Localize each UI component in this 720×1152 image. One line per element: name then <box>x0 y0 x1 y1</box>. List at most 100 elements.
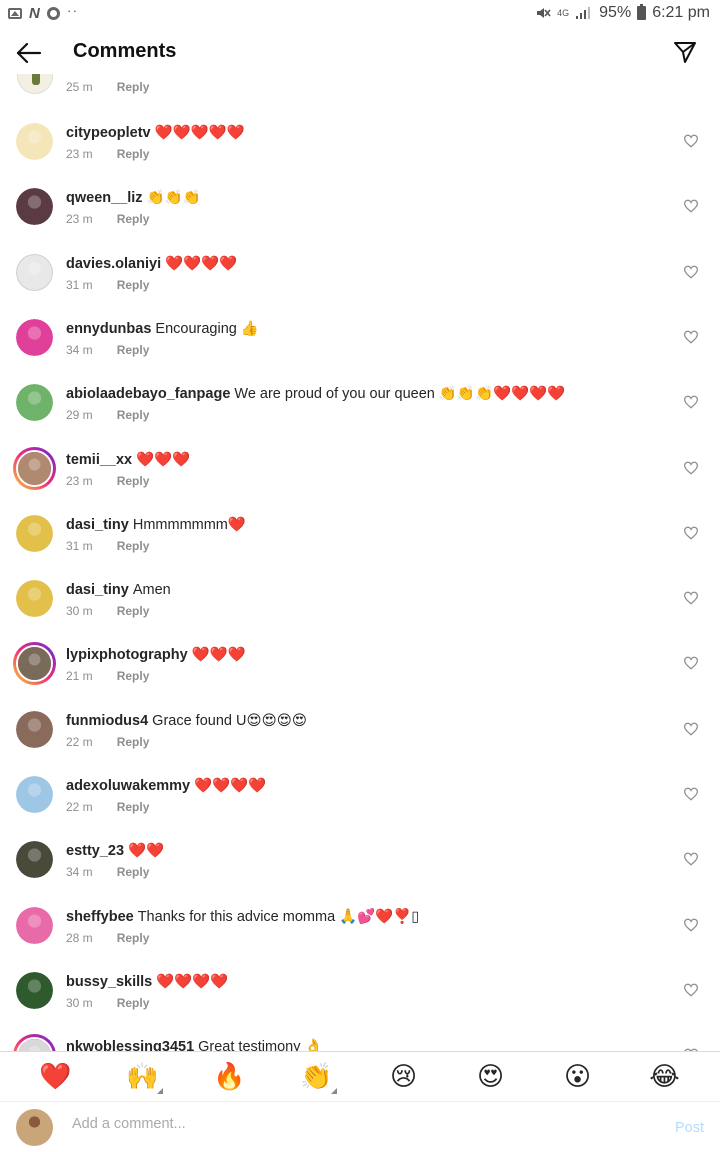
heart-icon[interactable] <box>683 265 699 279</box>
emoji-button[interactable]: 😂 <box>645 1064 685 1090</box>
avatar[interactable] <box>16 188 53 226</box>
reply-button[interactable]: Reply <box>117 278 150 292</box>
avatar[interactable] <box>16 841 53 879</box>
emoji-button[interactable]: ❤️ <box>36 1064 76 1090</box>
reply-button[interactable]: Reply <box>117 669 150 683</box>
heart-icon[interactable] <box>683 722 699 736</box>
comment-text: ❤️❤️❤️❤️ <box>194 778 267 794</box>
avatar[interactable] <box>13 642 56 686</box>
comment-username[interactable]: bussy_skills <box>66 974 152 990</box>
avatar[interactable] <box>16 318 53 356</box>
heart-icon[interactable] <box>683 199 699 213</box>
emoji-button[interactable]: 🔥 <box>210 1064 250 1090</box>
reply-button[interactable]: Reply <box>117 80 150 94</box>
partial-comment: 25 m Reply <box>0 74 720 104</box>
comment-row: ennydunbas Encouraging 👍 34 m Reply <box>0 318 720 384</box>
reply-button[interactable]: Reply <box>117 474 150 488</box>
reply-button[interactable]: Reply <box>117 996 150 1010</box>
heart-icon[interactable] <box>683 526 699 540</box>
comment-line: funmiodus4 Grace found U😍😍😍😍 <box>66 711 307 731</box>
heart-icon[interactable] <box>683 134 699 148</box>
avatar-image <box>16 710 53 748</box>
heart-icon[interactable] <box>683 395 699 409</box>
heart-icon[interactable] <box>683 918 699 932</box>
avatar-image <box>16 253 53 291</box>
heart-icon[interactable] <box>683 330 699 344</box>
comment-username[interactable]: ennydunbas <box>66 321 151 337</box>
comment-username[interactable]: qween__liz <box>66 190 143 206</box>
avatar[interactable] <box>16 514 53 552</box>
n-notification-icon: N <box>29 4 40 22</box>
reply-button[interactable]: Reply <box>117 604 150 618</box>
comment-username[interactable]: funmiodus4 <box>66 713 148 729</box>
avatar[interactable] <box>16 776 53 813</box>
avatar[interactable] <box>16 710 53 748</box>
comment-time: 31 m <box>66 277 93 292</box>
comment-time: 23 m <box>66 212 93 227</box>
heart-icon[interactable] <box>683 787 699 801</box>
reply-button[interactable]: Reply <box>117 931 150 945</box>
comment-row: citypeopletv ❤️❤️❤️❤️❤️ 23 m Reply <box>0 123 720 188</box>
comment-row: davies.olaniyi ❤️❤️❤️❤️ 31 m Reply <box>0 253 720 319</box>
comment-text: Great testimony 👌 <box>198 1039 323 1051</box>
emoji-button[interactable]: 😮 <box>558 1064 598 1090</box>
emoji-button[interactable]: 😢 <box>384 1064 424 1090</box>
comment-row: bussy_skills ❤️❤️❤️❤️ 30 m Reply <box>0 971 720 1037</box>
heart-icon[interactable] <box>683 591 699 605</box>
heart-icon[interactable] <box>683 656 699 670</box>
comment-time: 29 m <box>66 408 93 423</box>
reply-button[interactable]: Reply <box>117 865 150 879</box>
avatar[interactable] <box>13 1034 56 1051</box>
avatar[interactable] <box>16 123 53 160</box>
comment-text: ❤️❤️ <box>128 843 165 860</box>
reply-button[interactable]: Reply <box>117 343 150 357</box>
post-button[interactable]: Post <box>675 1120 704 1136</box>
comment-username[interactable]: citypeopletv <box>66 125 151 141</box>
comment-username[interactable]: dasi_tiny <box>66 582 129 598</box>
back-button[interactable] <box>14 38 44 68</box>
comment-username[interactable]: nkwoblessing3451 <box>66 1039 194 1051</box>
heart-icon[interactable] <box>683 852 699 866</box>
reply-button[interactable]: Reply <box>117 800 150 814</box>
reply-button[interactable]: Reply <box>117 408 150 422</box>
avatar-image <box>16 188 53 226</box>
emoji-button[interactable]: 😍 <box>471 1064 511 1090</box>
comment-username[interactable]: lypixphotography <box>66 647 188 663</box>
avatar-image <box>18 647 51 681</box>
avatar[interactable] <box>17 74 53 94</box>
comment-input[interactable] <box>72 1116 632 1132</box>
comment-username[interactable]: sheffybee <box>66 909 134 925</box>
comment-time: 23 m <box>66 473 93 488</box>
reply-button[interactable]: Reply <box>117 539 150 553</box>
comment-username[interactable]: adexoluwakemmy <box>66 778 190 794</box>
comment-line: abiolaadebayo_fanpage We are proud of you… <box>66 384 565 404</box>
comment-username[interactable]: estty_23 <box>66 843 124 859</box>
avatar[interactable] <box>16 580 53 618</box>
reply-button[interactable]: Reply <box>117 735 150 749</box>
comment-meta: 31 m Reply <box>66 278 149 292</box>
comment-meta: 30 m Reply <box>66 996 149 1010</box>
comment-list[interactable]: 25 m Reply citypeopletv ❤️❤️❤️❤️❤️ 23 m Rep… <box>0 74 720 1051</box>
avatar[interactable] <box>16 971 53 1009</box>
reply-button[interactable]: Reply <box>117 212 150 226</box>
comment-username[interactable]: temii__xx <box>66 452 132 468</box>
avatar[interactable] <box>16 253 53 291</box>
heart-icon[interactable] <box>683 461 699 475</box>
reply-button[interactable]: Reply <box>117 147 150 161</box>
comment-meta: 28 m Reply <box>66 931 149 945</box>
comment-text: Encouraging 👍 <box>155 320 259 337</box>
emoji-button[interactable]: 👏 <box>297 1064 337 1094</box>
comment-username[interactable]: dasi_tiny <box>66 517 129 533</box>
comment-line: sheffybee Thanks for this advice momma 🙏💕… <box>66 907 419 927</box>
heart-icon[interactable] <box>683 983 699 997</box>
emoji-button[interactable]: 🙌 <box>123 1064 163 1094</box>
avatar[interactable] <box>16 384 53 422</box>
comment-username[interactable]: davies.olaniyi <box>66 256 161 272</box>
comment-row: dasi_tiny Hmmmmmmm❤️ 31 m Reply <box>0 514 720 580</box>
comment-row: temii__xx ❤️❤️❤️ 23 m Reply <box>0 446 720 515</box>
emoji-glyph: ❤️ <box>39 1061 72 1092</box>
share-button[interactable] <box>672 39 700 67</box>
avatar[interactable] <box>13 446 56 490</box>
comment-username[interactable]: abiolaadebayo_fanpage <box>66 386 230 402</box>
avatar[interactable] <box>16 906 53 944</box>
